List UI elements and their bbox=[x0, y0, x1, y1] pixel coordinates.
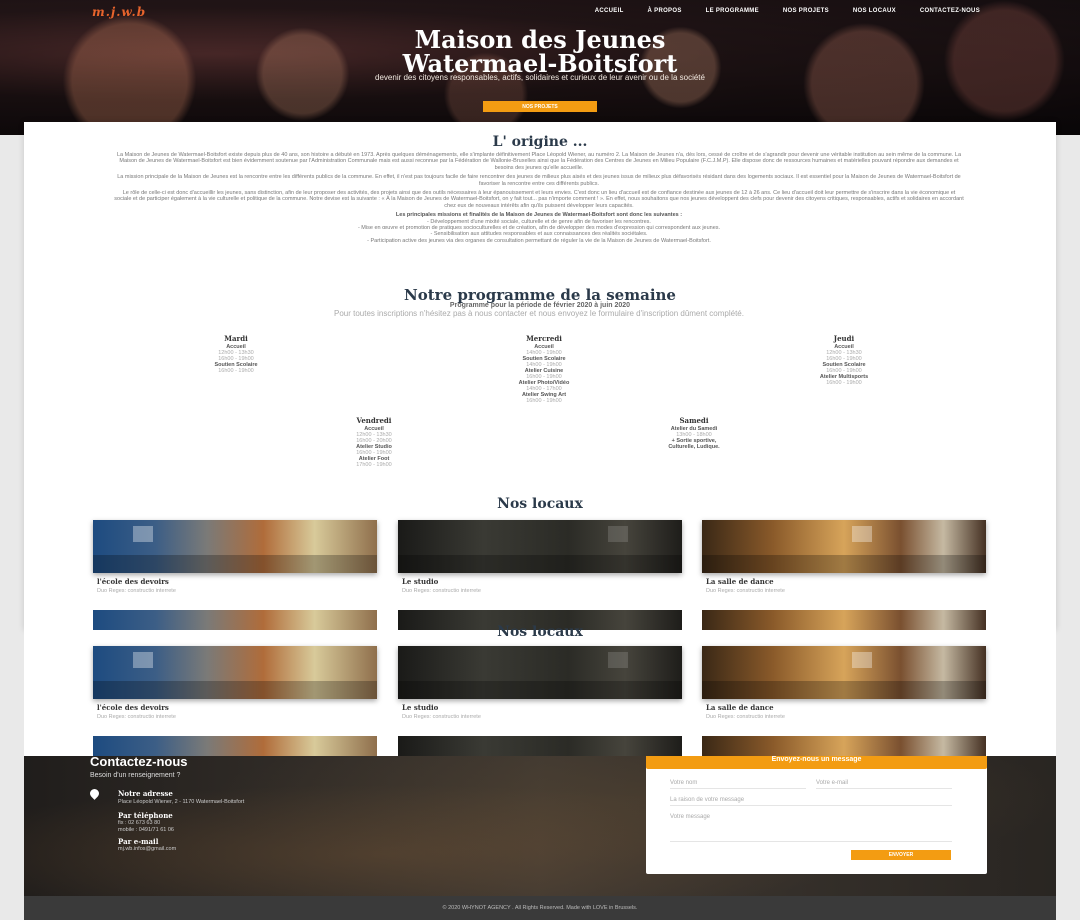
room-photo bbox=[398, 736, 682, 756]
room-photo bbox=[702, 646, 986, 699]
activity-time: 16h00 - 19h00 bbox=[218, 368, 254, 374]
room-name: l'école des devoirs bbox=[97, 703, 169, 712]
nav-contact[interactable]: CONTACTEZ-NOUS bbox=[920, 8, 980, 14]
reason-field[interactable]: La raison de votre message bbox=[670, 797, 952, 806]
room-photo bbox=[398, 646, 682, 699]
address-heading: Notre adresse bbox=[118, 789, 173, 798]
nav-programme[interactable]: LE PROGRAMME bbox=[706, 8, 759, 14]
room-card[interactable]: La salle de dance Duo Reges: constructio… bbox=[702, 646, 986, 720]
phone-mobile[interactable]: mobile : 0491/71 61 06 bbox=[118, 827, 174, 834]
nav-locaux[interactable]: NOS LOCAUX bbox=[853, 8, 896, 14]
hero-title: Maison des Jeunes Watermael-Boitsfort bbox=[0, 28, 1080, 76]
hero-subtitle: devenir des citoyens responsables, actif… bbox=[375, 73, 705, 82]
origin-text: La Maison de Jeunes de Watermael-Boitsfo… bbox=[114, 152, 964, 244]
footer-text: © 2020 WHYNOT AGENCY . All Rights Reserv… bbox=[442, 905, 638, 911]
room-photo bbox=[702, 736, 986, 756]
room-card[interactable]: l'école des devoirs Duo Reges: construct… bbox=[93, 520, 377, 594]
room-photo bbox=[398, 520, 682, 573]
origin-paragraph: La mission principale de la Maison de Je… bbox=[117, 174, 961, 187]
phone-heading: Par téléphone bbox=[118, 811, 173, 820]
room-card[interactable]: Le studio Duo Reges: constructio interre… bbox=[398, 646, 682, 720]
hero: m.j.w.b ACCUEIL À PROPOS LE PROGRAMME NO… bbox=[0, 0, 1080, 135]
day-name: Mardi bbox=[224, 334, 248, 343]
contact-subtitle: Besoin d'un renseignement ? bbox=[90, 772, 181, 779]
send-button[interactable]: ENVOYER bbox=[851, 850, 951, 860]
room-desc: Duo Reges: constructio interrete bbox=[402, 714, 481, 720]
room-name: l'école des devoirs bbox=[97, 577, 169, 586]
day-name: Samedi bbox=[679, 416, 709, 425]
room-name: La salle de dance bbox=[706, 703, 774, 712]
email-link[interactable]: mj.wb.infos@gmail.com bbox=[118, 846, 176, 853]
address-text: Place Léopold Wiener, 2 - 1170 Watermael… bbox=[118, 799, 245, 805]
contact-section: Contactez-nous Besoin d'un renseignement… bbox=[24, 756, 1056, 896]
room-desc: Duo Reges: constructio interrete bbox=[97, 588, 176, 594]
main-nav: ACCUEIL À PROPOS LE PROGRAMME NOS PROJET… bbox=[595, 8, 980, 14]
day-mercredi: Mercredi Accueil 14h00 - 19h00 Soutien Scol… bbox=[479, 334, 609, 404]
email-field[interactable]: Votre e-mail bbox=[816, 780, 952, 789]
room-card[interactable]: l'école des devoirs Duo Reges: construct… bbox=[93, 646, 377, 720]
day-vendredi: Vendredi Accueil 12h00 - 13h30 16h00 - 20h0… bbox=[314, 416, 434, 468]
origin-paragraph: La Maison de Jeunes de Watermael-Boitsfo… bbox=[116, 152, 962, 171]
room-photo bbox=[93, 736, 377, 756]
site-logo[interactable]: m.j.w.b bbox=[92, 5, 146, 19]
programme-period: Programme pour la période de février 202… bbox=[449, 302, 631, 309]
day-name: Vendredi bbox=[356, 416, 392, 425]
room-name: La salle de dance bbox=[706, 577, 774, 586]
day-mardi: Mardi Accueil 12h00 - 13h30 16h00 - 19h00 So… bbox=[176, 334, 296, 374]
footer: © 2020 WHYNOT AGENCY . All Rights Reserv… bbox=[24, 896, 1056, 920]
name-field[interactable]: Votre nom bbox=[670, 780, 806, 789]
day-samedi: Samedi Atelier du Samedi 13h00 - 18h00 + So… bbox=[619, 416, 769, 450]
phone-fix[interactable]: fix : 02 673 63 80 bbox=[118, 820, 160, 827]
room-desc: Duo Reges: constructio interrete bbox=[706, 714, 785, 720]
room-photo bbox=[93, 646, 377, 699]
nav-a-propos[interactable]: À PROPOS bbox=[648, 8, 682, 14]
message-field[interactable]: Votre message bbox=[670, 814, 952, 842]
contact-form: Envoyez-nous un message Votre nom Votre … bbox=[646, 756, 987, 874]
room-desc: Duo Reges: constructio interrete bbox=[97, 714, 176, 720]
locaux-title: Nos locaux bbox=[497, 496, 583, 512]
locaux-title: Nos locaux bbox=[497, 624, 583, 640]
activity-name: Culturelle, Ludique. bbox=[668, 444, 720, 450]
mission-item: - Participation active des jeunes via de… bbox=[367, 237, 711, 244]
nav-accueil[interactable]: ACCUEIL bbox=[595, 8, 624, 14]
day-name: Jeudi bbox=[833, 334, 855, 343]
nav-projets[interactable]: NOS PROJETS bbox=[783, 8, 829, 14]
origin-title: L' origine ... bbox=[492, 134, 588, 150]
form-title: Envoyez-nous un message bbox=[646, 756, 987, 769]
nos-projets-button[interactable]: NOS PROJETS bbox=[483, 101, 597, 112]
room-photo bbox=[702, 520, 986, 573]
room-desc: Duo Reges: constructio interrete bbox=[706, 588, 785, 594]
room-name: Le studio bbox=[402, 703, 439, 712]
room-card[interactable]: La salle de dance Duo Reges: constructio… bbox=[702, 520, 986, 594]
room-name: Le studio bbox=[402, 577, 439, 586]
room-photo bbox=[93, 520, 377, 573]
day-name: Mercredi bbox=[526, 334, 562, 343]
room-desc: Duo Reges: constructio interrete bbox=[402, 588, 481, 594]
room-card[interactable]: Le studio Duo Reges: constructio interre… bbox=[398, 520, 682, 594]
activity-time: 16h00 - 19h00 bbox=[526, 398, 562, 404]
programme-note: Pour toutes inscriptions n'hésitez pas à… bbox=[334, 309, 744, 318]
activity-time: 17h00 - 19h00 bbox=[356, 462, 392, 468]
contact-title: Contactez-nous bbox=[90, 756, 188, 769]
email-heading: Par e-mail bbox=[118, 837, 159, 846]
day-jeudi: Jeudi Accueil 12h00 - 13h30 16h00 - 19h00 So… bbox=[784, 334, 904, 386]
origin-paragraph: Le rôle de celle-ci est donc d'accueilli… bbox=[114, 190, 964, 209]
activity-time: 16h00 - 19h00 bbox=[826, 380, 862, 386]
